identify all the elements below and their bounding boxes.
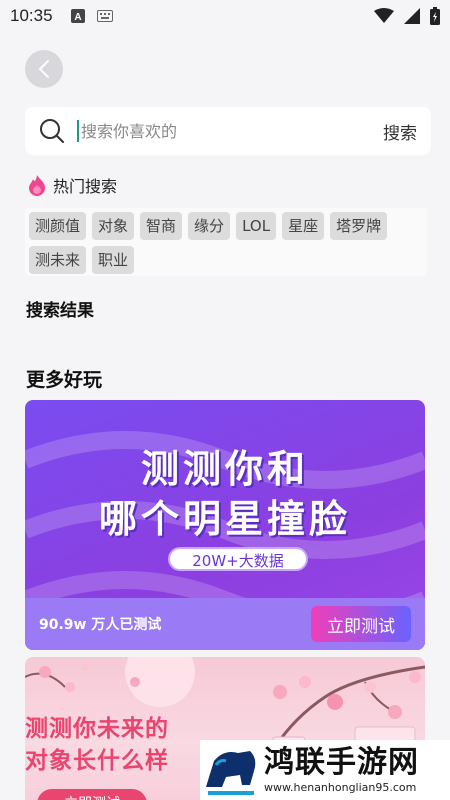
search-icon[interactable] bbox=[39, 118, 65, 144]
data-badge: 20W+大数据 bbox=[168, 547, 308, 571]
tag-item[interactable]: 星座 bbox=[282, 212, 325, 240]
card-footer: 90.9w 万人已测试 立即测试 bbox=[25, 598, 425, 650]
hot-tags: 测颜值 对象 智商 缘分 LOL 星座 塔罗牌 测未来 职业 bbox=[25, 208, 427, 276]
watermark: 鸿联手游网 www.henanhonglian95.com bbox=[200, 740, 450, 800]
signal-icon bbox=[404, 8, 420, 24]
chevron-left-icon bbox=[38, 60, 49, 78]
start-test-button[interactable]: 立即测试 bbox=[37, 789, 147, 800]
tag-item[interactable]: 塔罗牌 bbox=[330, 212, 388, 240]
card-headline: 测测你和 bbox=[140, 447, 309, 491]
hot-search-title: 热门搜索 bbox=[53, 177, 118, 196]
watermark-text: 鸿联手游网 www.henanhonglian95.com bbox=[264, 745, 419, 795]
tag-item[interactable]: 测颜值 bbox=[29, 212, 87, 240]
tag-item[interactable]: 缘分 bbox=[188, 212, 231, 240]
tag-item[interactable]: 测未来 bbox=[29, 246, 87, 274]
card-headline: 测测你未来的 bbox=[25, 716, 169, 742]
tag-item[interactable]: 职业 bbox=[92, 246, 135, 274]
bison-logo-icon bbox=[202, 741, 260, 799]
quiz-card-celebrity[interactable]: 测测你和 哪个明星撞脸 20W+大数据 90.9w 万人已测试 立即测试 bbox=[25, 400, 425, 650]
results-title: 搜索结果 bbox=[26, 301, 94, 321]
status-time: 10:35 bbox=[10, 6, 53, 25]
tag-item[interactable]: 智商 bbox=[140, 212, 183, 240]
tag-item[interactable]: LOL bbox=[236, 212, 277, 240]
a-badge-icon: A bbox=[70, 9, 85, 23]
search-button[interactable]: 搜索 bbox=[383, 119, 417, 144]
tag-item[interactable]: 对象 bbox=[92, 212, 135, 240]
tested-count: 90.9w 万人已测试 bbox=[39, 617, 162, 633]
notification-icons: A bbox=[70, 9, 113, 23]
watermark-name: 鸿联手游网 bbox=[264, 745, 419, 780]
search-input[interactable] bbox=[77, 120, 373, 142]
status-bar: 10:35 A bbox=[0, 0, 450, 32]
svg-text:A: A bbox=[74, 12, 81, 23]
back-button[interactable] bbox=[25, 50, 63, 88]
flame-icon bbox=[29, 175, 45, 196]
hot-search-header: 热门搜索 bbox=[27, 173, 117, 197]
status-right bbox=[374, 7, 440, 25]
start-test-button[interactable]: 立即测试 bbox=[311, 606, 411, 642]
search-bar: 搜索 bbox=[25, 107, 431, 155]
card-headline: 哪个明星撞脸 bbox=[98, 497, 351, 541]
card-headline: 对象长什么样 bbox=[25, 748, 169, 774]
wifi-icon bbox=[374, 8, 394, 23]
keyboard-icon bbox=[96, 10, 113, 22]
battery-icon bbox=[430, 7, 440, 25]
more-title: 更多好玩 bbox=[26, 369, 103, 391]
watermark-url: www.henanhonglian95.com bbox=[264, 781, 417, 794]
